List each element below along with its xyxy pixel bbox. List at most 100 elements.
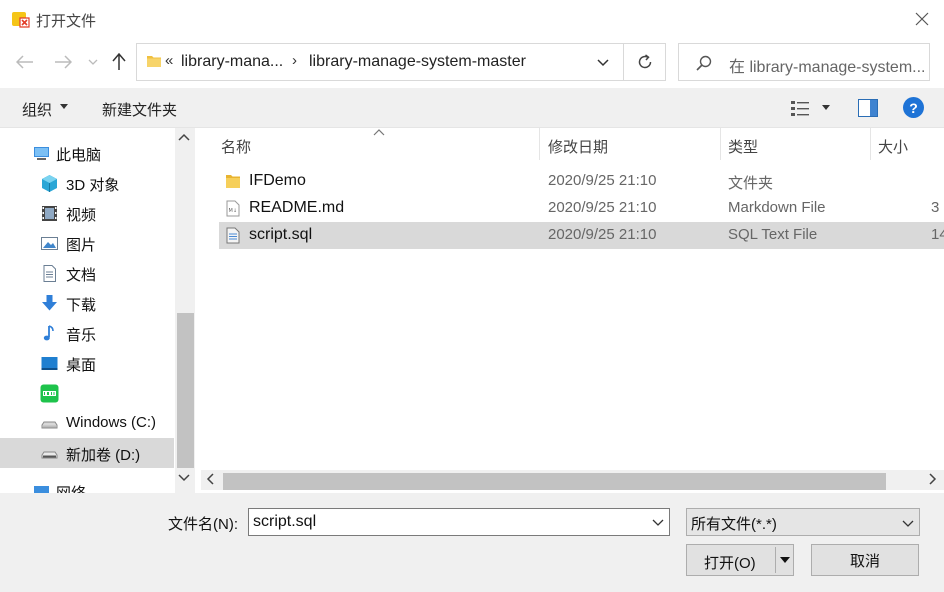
pictures-icon <box>40 234 59 253</box>
nav-item-videos[interactable]: 视频 <box>0 198 174 228</box>
nav-item-desktop[interactable]: 桌面 <box>0 348 174 378</box>
caret-down-icon[interactable] <box>822 105 830 110</box>
close-button[interactable] <box>902 4 942 34</box>
arrow-right-icon <box>55 55 72 69</box>
drive-icon <box>40 444 59 463</box>
column-divider[interactable] <box>539 128 540 160</box>
file-name: IFDemo <box>249 172 306 189</box>
filename-dropdown-button[interactable] <box>651 515 665 529</box>
column-header-date[interactable]: 修改日期 <box>548 136 608 157</box>
nav-item-label: 文档 <box>66 267 97 284</box>
title-bar: 打开文件 <box>0 0 944 38</box>
scroll-down-arrow-icon[interactable] <box>178 473 190 485</box>
preview-pane-icon[interactable] <box>858 99 878 117</box>
file-row[interactable]: M↓ README.md 2020/9/25 21:10 Markdown Fi… <box>219 195 944 222</box>
3d-objects-icon <box>40 174 59 193</box>
column-divider[interactable] <box>720 128 721 160</box>
column-header-size[interactable]: 大小 <box>878 136 908 157</box>
nav-item-iqiyi[interactable] <box>0 378 174 408</box>
search-input[interactable]: 在 library-manage-system... <box>729 53 929 77</box>
close-icon <box>915 12 929 26</box>
nav-item-pictures[interactable]: 图片 <box>0 228 174 258</box>
horizontal-scrollbar-thumb[interactable] <box>223 473 886 490</box>
column-divider[interactable] <box>870 128 871 160</box>
recent-locations-button[interactable] <box>84 48 102 76</box>
open-button[interactable]: 打开(O) <box>686 544 794 576</box>
navigation-pane: 此电脑 3D 对象 视频 图片 文档 下载 音乐 桌面 Windows (C:)… <box>0 128 196 493</box>
desktop-icon <box>40 354 59 373</box>
open-button-label: 打开(O) <box>704 555 756 572</box>
address-bar[interactable]: « library-mana... › library-manage-syste… <box>136 43 624 81</box>
file-type-filter-select[interactable]: 所有文件(*.*) <box>686 508 920 536</box>
scroll-left-arrow-icon[interactable] <box>206 473 214 488</box>
nav-item-label: 视频 <box>66 207 97 224</box>
file-type: SQL Text File <box>728 226 818 243</box>
refresh-button[interactable] <box>624 43 666 81</box>
file-type: Markdown File <box>728 199 826 216</box>
nav-item-label: 此电脑 <box>56 147 102 164</box>
chevron-down-icon <box>901 516 915 530</box>
window-title: 打开文件 <box>36 13 97 30</box>
nav-item-network[interactable]: 网络 <box>0 476 174 493</box>
nav-item-drive-c[interactable]: Windows (C:) <box>0 408 174 438</box>
file-date: 2020/9/25 21:10 <box>548 172 657 189</box>
sort-ascending-icon <box>373 128 385 139</box>
breadcrumb-separator[interactable]: › <box>292 52 297 69</box>
file-size: 3 <box>931 199 940 216</box>
markdown-file-icon: M↓ <box>225 200 241 217</box>
nav-item-3d-objects[interactable]: 3D 对象 <box>0 168 174 198</box>
iqiyi-icon <box>40 384 59 403</box>
nav-item-drive-d[interactable]: 新加卷 (D:) <box>0 438 174 468</box>
network-icon <box>32 482 51 493</box>
up-button[interactable] <box>106 48 132 76</box>
search-icon <box>695 54 713 72</box>
nav-item-label: Windows (C:) <box>66 414 157 431</box>
forward-button[interactable] <box>50 48 76 76</box>
column-header-type[interactable]: 类型 <box>728 136 758 157</box>
nav-item-label: 网络 <box>56 482 86 493</box>
breadcrumb-overflow[interactable]: « <box>165 52 173 69</box>
cancel-button[interactable]: 取消 <box>811 544 919 576</box>
filename-input[interactable] <box>248 508 670 536</box>
file-type: 文件夹 <box>728 175 774 192</box>
file-row[interactable]: IFDemo 2020/9/25 21:10 文件夹 <box>219 168 944 195</box>
breadcrumb-segment[interactable]: library-manage-system-master <box>309 53 526 71</box>
column-header-name[interactable]: 名称 <box>221 136 251 157</box>
nav-item-label: 音乐 <box>66 327 97 344</box>
folder-icon <box>225 173 241 190</box>
file-list: 名称 修改日期 类型 大小 IFDemo 2020/9/25 21:10 文件夹… <box>201 128 944 493</box>
scroll-up-arrow-icon[interactable] <box>178 132 190 144</box>
nav-item-label: 下载 <box>66 297 97 314</box>
documents-icon <box>40 264 59 283</box>
scroll-right-arrow-icon[interactable] <box>929 473 937 488</box>
nav-item-documents[interactable]: 文档 <box>0 258 174 288</box>
breadcrumb-segment[interactable]: library-mana... <box>181 53 283 71</box>
caret-down-icon[interactable] <box>60 104 68 109</box>
chevron-down-icon <box>597 59 609 67</box>
download-icon <box>40 294 59 313</box>
organize-button[interactable]: 组织 <box>22 99 52 120</box>
new-folder-button[interactable]: 新建文件夹 <box>102 99 177 120</box>
filename-label: 文件名(N): <box>168 516 238 533</box>
arrow-up-icon <box>112 53 126 70</box>
nav-item-this-pc[interactable]: 此电脑 <box>0 138 174 168</box>
back-button[interactable] <box>12 48 38 76</box>
view-options-icon[interactable] <box>790 98 812 118</box>
file-row[interactable]: script.sql 2020/9/25 21:10 SQL Text File… <box>219 222 944 249</box>
music-icon <box>40 324 59 343</box>
open-options-caret-icon[interactable] <box>780 557 790 563</box>
nav-item-label: 3D 对象 <box>66 177 120 194</box>
file-date: 2020/9/25 21:10 <box>548 199 657 216</box>
nav-item-downloads[interactable]: 下载 <box>0 288 174 318</box>
search-box[interactable]: 在 library-manage-system... <box>678 43 930 81</box>
address-dropdown-button[interactable] <box>593 52 613 72</box>
nav-item-music[interactable]: 音乐 <box>0 318 174 348</box>
help-icon[interactable]: ? <box>903 97 924 118</box>
dialog-footer: 文件名(N): 所有文件(*.*) 打开(O) 取消 <box>0 493 944 592</box>
chevron-down-icon <box>652 519 664 526</box>
refresh-icon <box>638 54 651 69</box>
file-type-filter-value: 所有文件(*.*) <box>691 516 777 533</box>
file-name: script.sql <box>249 226 313 243</box>
file-name: README.md <box>249 199 345 216</box>
nav-scrollbar-thumb[interactable] <box>177 313 194 468</box>
